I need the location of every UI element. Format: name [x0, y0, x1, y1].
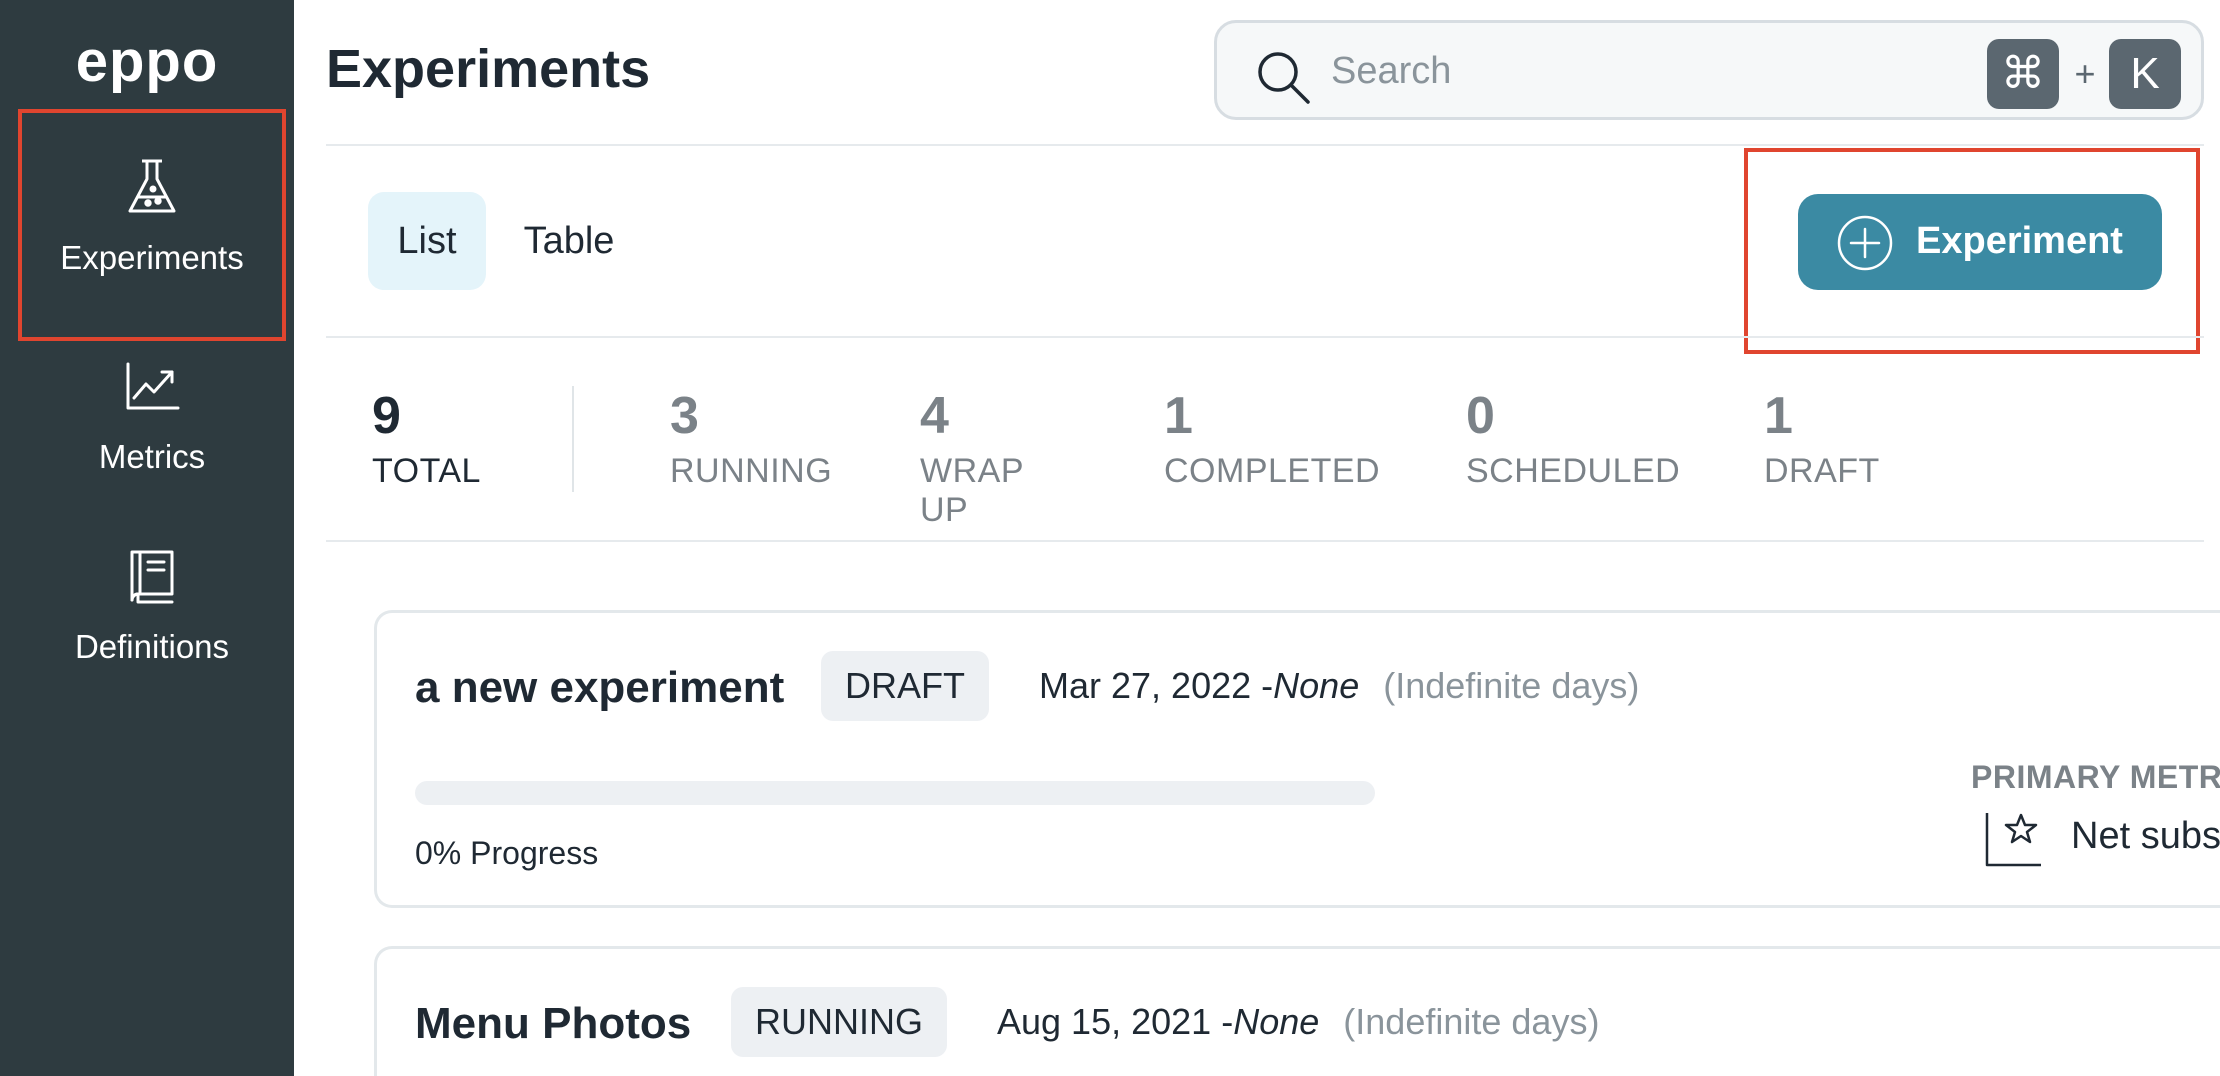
- stat-completed[interactable]: 1 COMPLETED: [1164, 386, 1380, 491]
- search-icon: [1258, 52, 1310, 104]
- app-root: eppo Experiments Metrics Definitions Exp…: [0, 0, 2220, 1076]
- stat-wrap-up[interactable]: 4 WRAP UP: [920, 386, 1023, 530]
- stat-count: 0: [1466, 387, 1495, 445]
- stat-label: DRAFT: [1764, 452, 1880, 490]
- stat-label: COMPLETED: [1164, 452, 1381, 490]
- logo[interactable]: eppo: [0, 28, 294, 95]
- start-date: Mar 27, 2022: [1039, 665, 1252, 706]
- stat-draft[interactable]: 1 DRAFT: [1764, 386, 1880, 491]
- experiment-card[interactable]: a new experiment DRAFT Mar 27, 2022 -Non…: [374, 610, 2220, 908]
- new-experiment-button[interactable]: Experiment: [1798, 194, 2162, 290]
- progress-bar: [415, 781, 1375, 805]
- shortcut-plus: +: [2074, 53, 2096, 94]
- experiment-card[interactable]: Menu Photos RUNNING Aug 15, 2021 -None (…: [374, 946, 2220, 1076]
- date-separator: -: [1221, 1001, 1234, 1042]
- stat-label: WRAP UP: [920, 452, 1024, 529]
- card-content: a new experiment DRAFT Mar 27, 2022 -Non…: [377, 613, 2220, 905]
- date-separator: -: [1261, 665, 1274, 706]
- stat-count: 4: [920, 387, 949, 445]
- sidebar-item-definitions[interactable]: Definitions: [22, 530, 282, 754]
- new-experiment-label: Experiment: [1916, 220, 2123, 262]
- star-chart-icon: [1985, 813, 2041, 867]
- stat-divider: [572, 386, 574, 492]
- flask-icon: [128, 159, 176, 213]
- plus-circle-icon: [1837, 215, 1893, 271]
- search-input[interactable]: [1331, 43, 1931, 99]
- sidebar: eppo Experiments Metrics Definitions: [0, 0, 294, 1076]
- experiment-dates: Mar 27, 2022 -None (Indefinite days): [1039, 665, 1639, 707]
- stat-scheduled[interactable]: 0 SCHEDULED: [1466, 386, 1680, 491]
- tab-list-view[interactable]: List: [368, 192, 486, 290]
- status-badge: RUNNING: [731, 987, 947, 1057]
- sidebar-item-label: Experiments: [60, 239, 244, 276]
- stat-label: TOTAL: [372, 452, 481, 490]
- card-content: Menu Photos RUNNING Aug 15, 2021 -None (…: [377, 949, 2220, 1076]
- stat-count: 3: [670, 387, 699, 445]
- experiment-name[interactable]: a new experiment: [415, 663, 784, 713]
- stat-count: 9: [372, 387, 401, 445]
- book-icon: [130, 550, 174, 604]
- stat-count: 1: [1164, 387, 1193, 445]
- primary-metric-name: Net subscriptions: [2071, 815, 2220, 857]
- stat-running[interactable]: 3 RUNNING: [670, 386, 832, 491]
- stat-count: 1: [1764, 387, 1793, 445]
- shortcut-k-key: K: [2109, 39, 2181, 109]
- sidebar-item-label: Metrics: [98, 438, 206, 475]
- page-title: Experiments: [326, 39, 651, 99]
- tab-table-view[interactable]: Table: [496, 192, 642, 290]
- start-date: Aug 15, 2021: [997, 1001, 1212, 1042]
- stats-divider: [326, 540, 2204, 542]
- stat-label: SCHEDULED: [1466, 452, 1681, 490]
- duration: (Indefinite days): [1383, 665, 1640, 706]
- sidebar-item-experiments[interactable]: Experiments: [18, 109, 286, 341]
- stat-label: RUNNING: [670, 452, 833, 490]
- experiment-dates: Aug 15, 2021 -None (Indefinite days): [997, 1001, 1599, 1043]
- status-badge: DRAFT: [821, 651, 989, 721]
- search-bar[interactable]: ⌘ + K: [1214, 20, 2204, 120]
- sidebar-item-label: Definitions: [74, 628, 230, 665]
- end-date: None: [1233, 1001, 1320, 1042]
- toolbar-divider: [326, 336, 2204, 338]
- experiment-name[interactable]: Menu Photos: [415, 999, 691, 1049]
- stat-total[interactable]: 9 TOTAL: [372, 386, 481, 491]
- chart-trend-icon: [126, 362, 180, 410]
- shortcut-command-key: ⌘: [1987, 39, 2059, 109]
- progress-label: 0% Progress: [415, 835, 599, 871]
- end-date: None: [1273, 665, 1360, 706]
- header-divider: [326, 144, 2204, 146]
- duration: (Indefinite days): [1343, 1001, 1600, 1042]
- primary-metric-label: PRIMARY METRIC: [1971, 759, 2220, 795]
